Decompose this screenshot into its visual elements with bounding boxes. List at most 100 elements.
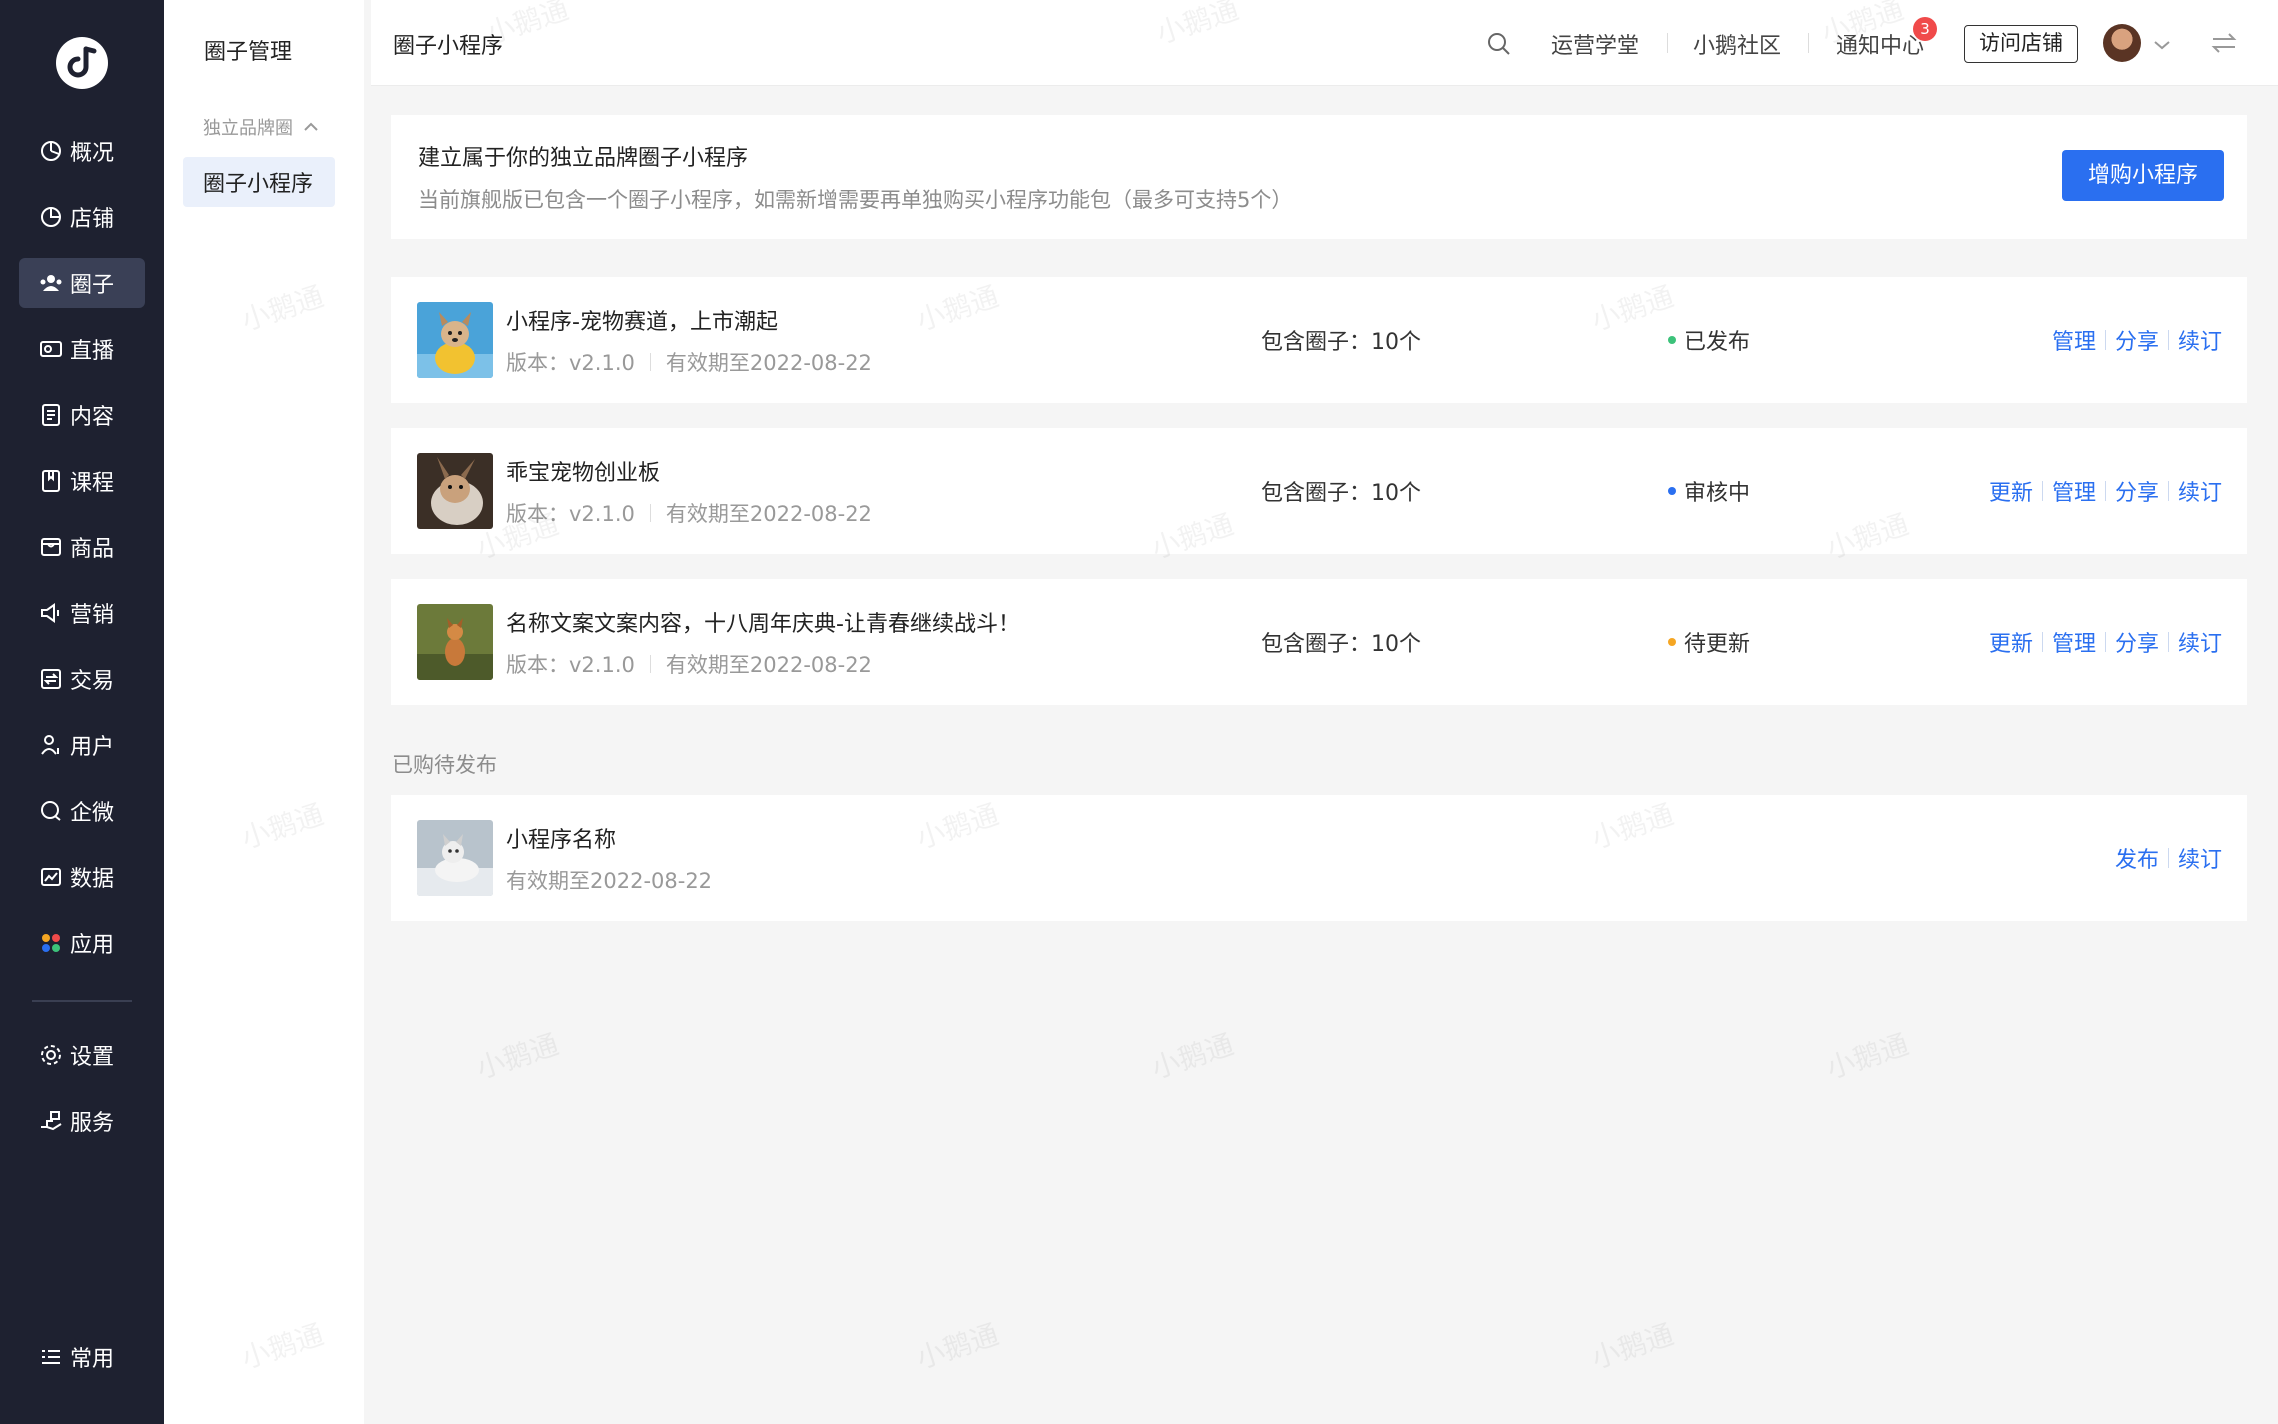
nav-item-common[interactable]: 常用 <box>19 1332 145 1382</box>
nav-label: 店铺 <box>70 207 115 232</box>
nav-item-settings[interactable]: 设置 <box>19 1030 145 1080</box>
mini-program-card: 名称文案文案内容，十八周年庆典-让青春继续战斗！ 版本：v2.1.0 有效期至2… <box>391 579 2247 705</box>
link-notifications[interactable]: 通知中心 <box>1836 28 1924 60</box>
nav-label: 交易 <box>70 669 115 694</box>
watermark: 小鹅通 <box>912 1317 1003 1376</box>
search-icon[interactable] <box>1486 31 1512 61</box>
nav-item-data[interactable]: 数据 <box>19 852 145 902</box>
program-meta: 版本：v2.1.0 有效期至2022-08-22 <box>506 347 872 377</box>
nav-label: 概况 <box>70 141 115 166</box>
nav-item-store[interactable]: 店铺 <box>19 192 145 242</box>
nav-item-service[interactable]: 服务 <box>19 1096 145 1146</box>
status-text: 审核中 <box>1684 481 1751 506</box>
watermark: 小鹅通 <box>1822 1027 1913 1086</box>
update-link[interactable]: 更新 <box>1989 475 2033 507</box>
program-meta: 版本：v2.1.0 有效期至2022-08-22 <box>506 649 872 679</box>
watermark: 小鹅通 <box>1587 1317 1678 1376</box>
switch-icon[interactable] <box>2211 32 2237 58</box>
course-icon <box>39 469 63 493</box>
share-link[interactable]: 分享 <box>2115 475 2159 507</box>
circle-count: 包含圈子：10个 <box>1261 330 1421 355</box>
goods-icon <box>39 535 63 559</box>
pending-program-card: 小程序名称 有效期至2022-08-22 发布 续订 <box>391 795 2247 921</box>
primary-sidebar: 概况 店铺 圈子 直播 内容 课程 商品 营销 交易 用户 企微 数据 应用 设… <box>0 0 164 1424</box>
nav-item-apps[interactable]: 应用 <box>19 918 145 968</box>
nav-label: 圈子 <box>70 273 115 298</box>
thumbnail-dog <box>417 302 493 378</box>
divider <box>2041 481 2043 501</box>
program-version: 版本：v2.1.0 <box>506 502 635 526</box>
nav-item-overview[interactable]: 概况 <box>19 126 145 176</box>
link-community[interactable]: 小鹅社区 <box>1693 28 1781 60</box>
nav-item-trade[interactable]: 交易 <box>19 654 145 704</box>
thumbnail-fox <box>417 604 493 680</box>
circle-count: 包含圈子：10个 <box>1261 481 1421 506</box>
overview-icon <box>39 139 63 163</box>
divider <box>2167 481 2169 501</box>
mini-program-card: 乖宝宠物创业板 版本：v2.1.0 有效期至2022-08-22 包含圈子：10… <box>391 428 2247 554</box>
update-link[interactable]: 更新 <box>1989 626 2033 658</box>
visit-store-button[interactable]: 访问店铺 <box>1964 25 2078 63</box>
nav-label: 直播 <box>70 339 115 364</box>
renew-link[interactable]: 续订 <box>2178 475 2222 507</box>
nav-label: 营销 <box>70 603 115 628</box>
nav-item-user[interactable]: 用户 <box>19 720 145 770</box>
nav-item-goods[interactable]: 商品 <box>19 522 145 572</box>
divider <box>2104 632 2106 652</box>
manage-link[interactable]: 管理 <box>2052 626 2096 658</box>
program-version: 版本：v2.1.0 <box>506 351 635 375</box>
manage-link[interactable]: 管理 <box>2052 324 2096 356</box>
status-dot <box>1668 638 1676 646</box>
card-actions: 更新 管理 分享 续订 <box>1989 626 2222 658</box>
notification-badge: 3 <box>1913 17 1937 41</box>
renew-link[interactable]: 续订 <box>2178 626 2222 658</box>
nav-item-content[interactable]: 内容 <box>19 390 145 440</box>
status-badge: 已发布 <box>1668 324 1750 356</box>
share-link[interactable]: 分享 <box>2115 324 2159 356</box>
app-root: 概况 店铺 圈子 直播 内容 课程 商品 营销 交易 用户 企微 数据 应用 设… <box>0 0 2278 1424</box>
renew-link[interactable]: 续订 <box>2178 842 2222 874</box>
card-actions: 更新 管理 分享 续订 <box>1989 475 2222 507</box>
status-text: 待更新 <box>1684 632 1751 657</box>
link-academy[interactable]: 运营学堂 <box>1551 28 1639 60</box>
program-name: 名称文案文案内容，十八周年庆典-让青春继续战斗！ <box>506 612 1020 637</box>
avatar[interactable] <box>2103 24 2141 62</box>
nav-label: 设置 <box>70 1045 115 1070</box>
logo[interactable] <box>56 37 108 89</box>
banner-title: 建立属于你的独立品牌圈子小程序 <box>418 146 749 171</box>
divider <box>1667 33 1668 53</box>
buy-mini-program-button[interactable]: 增购小程序 <box>2062 150 2224 201</box>
chevron-up-icon <box>303 117 319 138</box>
card-actions: 管理 分享 续订 <box>2052 324 2222 356</box>
program-expiry: 有效期至2022-08-22 <box>506 869 713 893</box>
nav-item-marketing[interactable]: 营销 <box>19 588 145 638</box>
publish-link[interactable]: 发布 <box>2115 842 2159 874</box>
program-name: 乖宝宠物创业板 <box>506 461 661 486</box>
subnav-group-toggle[interactable]: 独立品牌圈 <box>203 114 319 140</box>
divider <box>649 655 651 673</box>
secondary-sidebar: 圈子管理 独立品牌圈 圈子小程序 <box>164 0 364 1424</box>
manage-link[interactable]: 管理 <box>2052 475 2096 507</box>
chevron-down-icon[interactable] <box>2153 36 2171 55</box>
program-name: 小程序-宠物赛道，上市潮起 <box>506 310 778 335</box>
nav-item-live[interactable]: 直播 <box>19 324 145 374</box>
banner-description: 当前旗舰版已包含一个圈子小程序，如需新增需要再单独购买小程序功能包（最多可支持5… <box>418 188 1293 212</box>
program-expiry: 有效期至2022-08-22 <box>665 653 872 677</box>
nav-item-course[interactable]: 课程 <box>19 456 145 506</box>
nav-item-wecom[interactable]: 企微 <box>19 786 145 836</box>
content-icon <box>39 403 63 427</box>
nav-item-community[interactable]: 圈子 <box>19 258 145 308</box>
divider <box>2041 632 2043 652</box>
circle-count: 包含圈子：10个 <box>1261 632 1421 657</box>
status-badge: 待更新 <box>1668 626 1750 658</box>
top-header: 圈子小程序 运营学堂 小鹅社区 通知中心 3 访问店铺 <box>371 0 2278 86</box>
nav-label: 课程 <box>70 471 115 496</box>
wecom-icon <box>39 799 63 823</box>
thumbnail-husky <box>417 820 493 896</box>
share-link[interactable]: 分享 <box>2115 626 2159 658</box>
subnav-item-mini-program[interactable]: 圈子小程序 <box>183 157 335 207</box>
renew-link[interactable]: 续订 <box>2178 324 2222 356</box>
nav-label: 数据 <box>70 867 115 892</box>
nav-label: 内容 <box>70 405 115 430</box>
store-icon <box>39 205 63 229</box>
